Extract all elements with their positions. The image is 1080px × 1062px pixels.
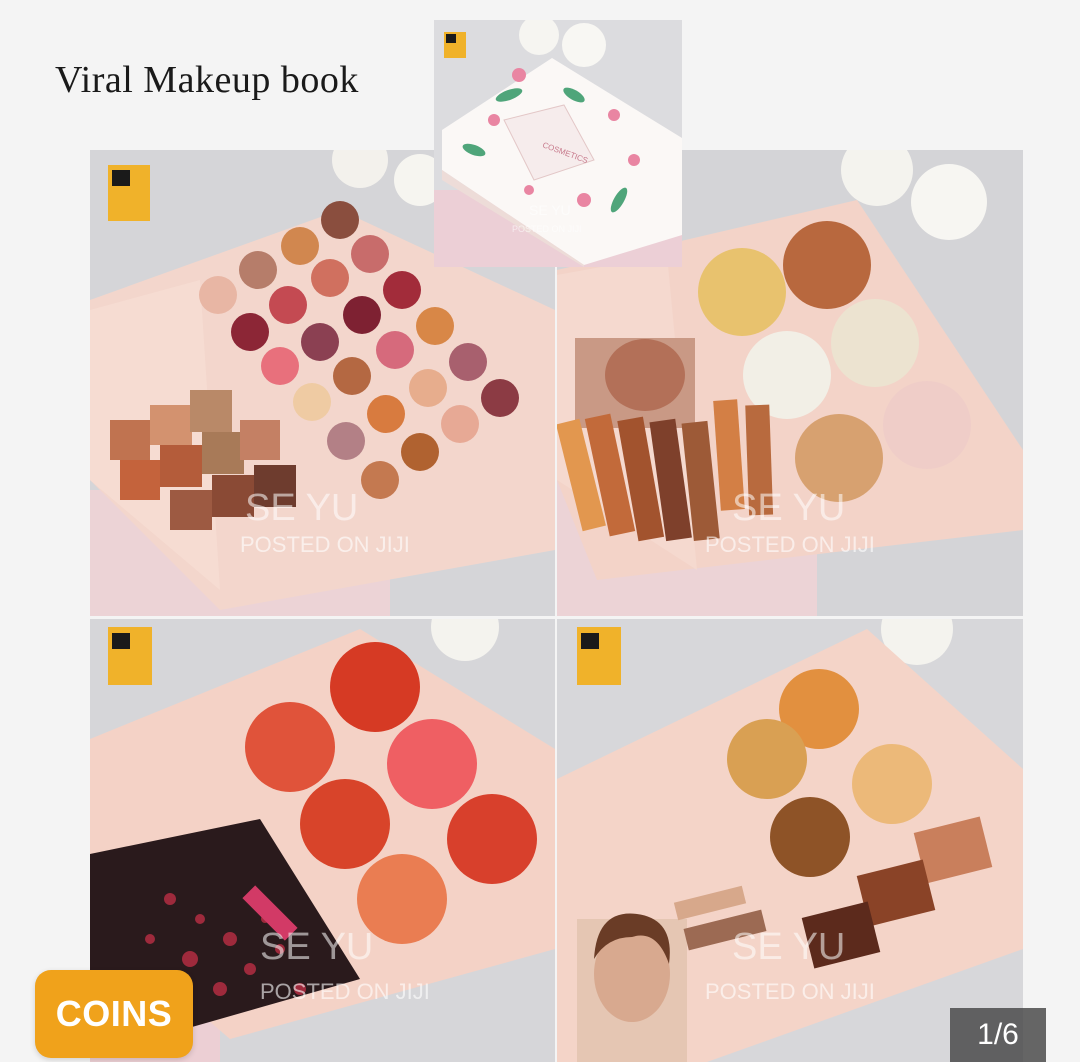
- watermark-seller-name: SE YU: [260, 926, 373, 968]
- watermark-posted-on: POSTED ON JIJI: [705, 532, 875, 557]
- coins-button[interactable]: COINS: [35, 970, 193, 1058]
- watermark-seller-name: SE YU: [732, 487, 845, 529]
- watermark-posted-on: POSTED ON JIJI: [260, 979, 430, 1004]
- image-counter: 1/6: [950, 1008, 1046, 1062]
- watermark-posted-on: POSTED ON JIJI: [240, 532, 410, 557]
- watermark-posted-on: POSTED ON JIJI: [705, 979, 875, 1004]
- watermark-posted-on: POSTED ON JIJI: [512, 224, 582, 234]
- image-caption-title: Viral Makeup book: [55, 59, 359, 101]
- gallery-photo-packaging-box[interactable]: COSMETICS SE YU POSTED ON JIJI: [434, 20, 682, 267]
- watermark-seller-name: SE YU: [529, 202, 571, 218]
- watermark-seller-name: SE YU: [245, 487, 358, 529]
- gallery-photo-contour-palette[interactable]: SE YU POSTED ON JIJI: [557, 619, 1023, 1062]
- image-gallery[interactable]: Viral Makeup book SE YU POSTED ON JIJI S…: [0, 0, 1080, 1062]
- watermark-seller-name: SE YU: [732, 926, 845, 968]
